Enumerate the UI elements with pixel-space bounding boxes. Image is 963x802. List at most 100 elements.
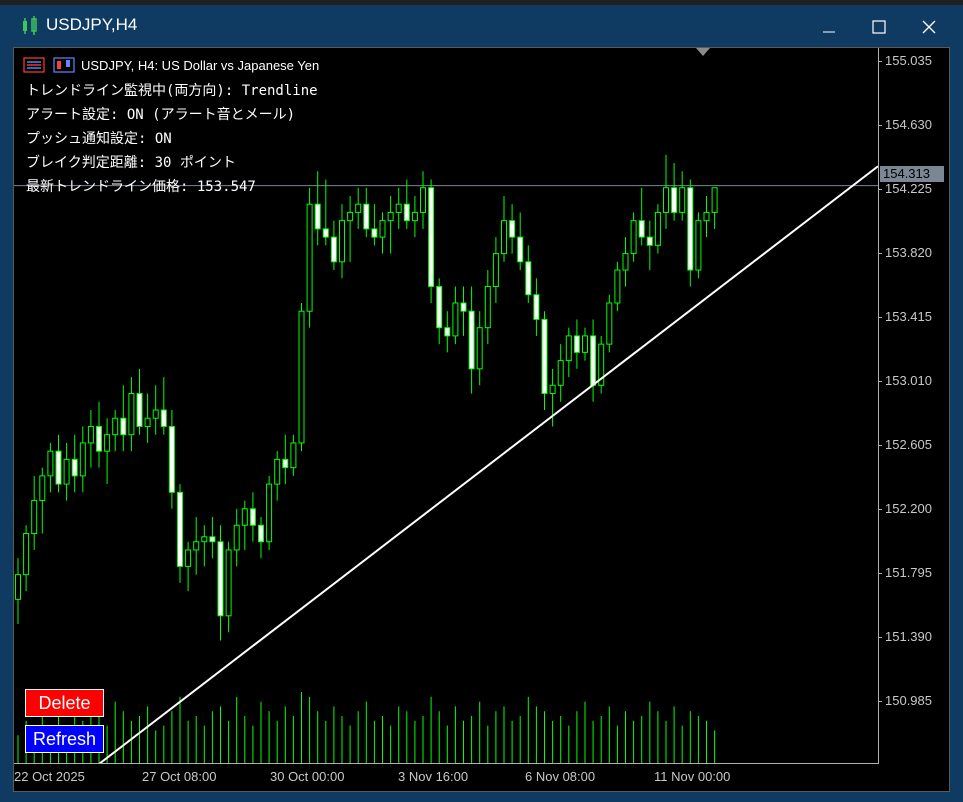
candle-body — [379, 220, 386, 238]
candle — [112, 410, 119, 452]
candle-body — [687, 187, 694, 271]
candle — [23, 525, 30, 592]
price-tick — [878, 61, 882, 62]
candle — [363, 187, 370, 238]
candle — [168, 410, 175, 509]
price-tick — [878, 637, 882, 638]
candle — [63, 442, 70, 501]
candle-body — [347, 211, 354, 222]
candle — [460, 286, 467, 336]
candle — [355, 187, 362, 229]
candle-body — [217, 541, 224, 617]
candle — [687, 179, 694, 287]
candle-body — [371, 228, 378, 238]
price-tick-label: 154.225 — [885, 181, 932, 196]
price-tick — [878, 445, 882, 446]
price-tick-label: 153.820 — [885, 245, 932, 260]
maximize-button[interactable] — [856, 9, 902, 45]
candle-body — [209, 536, 216, 543]
candle — [379, 212, 386, 254]
candle-body — [468, 310, 475, 370]
candle-body — [104, 434, 111, 452]
time-tick-label: 6 Nov 08:00 — [525, 769, 596, 784]
chart-shift-marker[interactable] — [696, 48, 710, 56]
candle — [266, 475, 273, 550]
title-bar[interactable]: USDJPY,H4 — [0, 5, 963, 45]
candle-body — [614, 269, 621, 304]
candle-body — [541, 318, 548, 395]
candle — [177, 484, 183, 583]
candle — [144, 393, 151, 443]
candle-body — [695, 220, 702, 271]
symbol-description: USDJPY, H4: US Dollar vs Japanese Yen — [81, 57, 320, 73]
candle — [533, 278, 540, 336]
candle-body — [654, 211, 661, 246]
symbol-header: USDJPY, H4: US Dollar vs Japanese Yen — [23, 56, 319, 74]
candle — [55, 434, 62, 493]
candle-body — [630, 220, 637, 255]
candle — [679, 171, 686, 221]
object-list-icon — [23, 57, 45, 73]
candle-body — [249, 508, 256, 526]
maximize-icon — [872, 20, 886, 34]
candle — [209, 517, 216, 559]
current-price-label: 154.313 — [880, 166, 944, 182]
candle — [306, 187, 313, 328]
candle — [185, 541, 192, 592]
candle-body — [460, 302, 467, 312]
candle-body — [549, 384, 556, 395]
candle-body — [363, 203, 370, 230]
candle-body — [582, 335, 588, 353]
candle-body — [120, 417, 127, 436]
candle — [711, 187, 718, 229]
candle-body — [274, 458, 281, 485]
minimize-button[interactable] — [806, 9, 852, 45]
time-tick-label: 30 Oct 00:00 — [270, 769, 345, 784]
candle-body — [23, 532, 30, 576]
price-tick-label: 153.010 — [885, 373, 932, 388]
candle-body — [557, 360, 564, 386]
candle — [371, 204, 378, 246]
candle-body — [314, 203, 321, 230]
candle-body — [355, 203, 362, 213]
candle-body — [590, 335, 597, 386]
delete-button[interactable]: Delete — [25, 689, 104, 717]
close-button[interactable] — [906, 9, 952, 45]
candle — [339, 204, 345, 279]
candle — [241, 500, 248, 550]
candle — [104, 418, 111, 485]
candle — [258, 517, 264, 559]
price-tick — [878, 125, 882, 126]
candle-body — [703, 211, 710, 222]
candle-body — [136, 393, 143, 427]
candle-body — [663, 187, 669, 213]
candle-body — [128, 393, 135, 436]
candle-body — [711, 187, 718, 213]
candle-body — [258, 524, 264, 543]
refresh-button[interactable]: Refresh — [25, 725, 104, 753]
price-tick — [878, 701, 882, 702]
candle — [492, 237, 499, 303]
candle-body — [403, 203, 410, 222]
candle — [298, 302, 305, 452]
candle-body — [679, 187, 686, 213]
candle — [225, 541, 232, 633]
candle — [646, 220, 653, 271]
candle — [557, 344, 564, 402]
info-push-setting: プッシュ通知設定: ON — [26, 131, 172, 147]
candle-body — [112, 417, 119, 436]
candle — [509, 204, 516, 254]
candle — [525, 245, 532, 303]
candle — [614, 261, 621, 312]
candle — [695, 212, 702, 279]
candle — [152, 385, 159, 435]
candle — [128, 377, 135, 452]
candle — [630, 212, 637, 262]
candle — [136, 368, 143, 435]
candle-body — [96, 425, 102, 452]
candle — [590, 319, 597, 402]
candle — [290, 434, 297, 476]
candle — [193, 517, 200, 575]
trendline[interactable] — [98, 165, 878, 764]
candle-body — [306, 203, 313, 312]
